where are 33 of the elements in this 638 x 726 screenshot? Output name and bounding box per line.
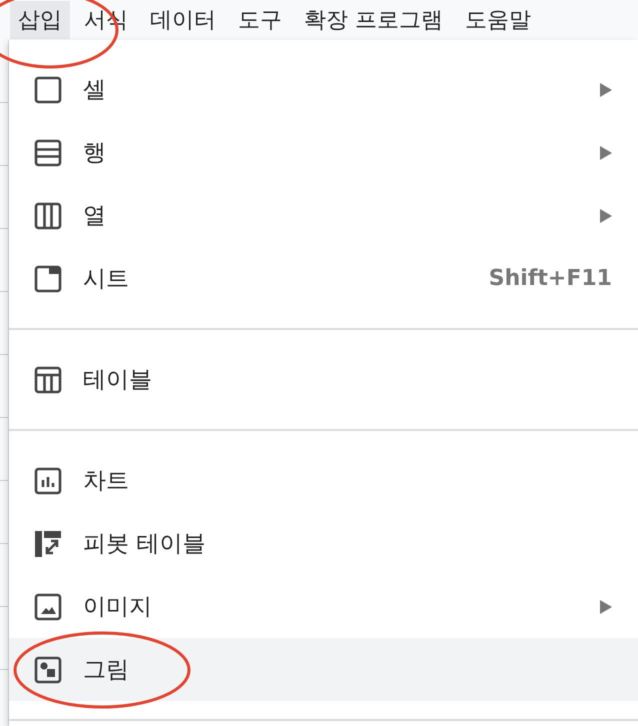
menu-item[interactable]: 행 (9, 121, 638, 184)
row-icon (34, 138, 62, 166)
menu-item-label: 차트 (83, 467, 130, 496)
menu-tab[interactable]: 확장 프로그램 (296, 1, 451, 39)
menu-item-label: 피봇 테이블 (83, 530, 206, 559)
menu-item-label: 테이블 (83, 366, 153, 395)
menu-item-label: 행 (83, 139, 107, 168)
sheet-icon (34, 264, 62, 292)
menu-item[interactable]: 이미지 (9, 575, 638, 638)
menu-tab[interactable]: 도움말 (457, 1, 539, 39)
menu-tab[interactable]: 도구 (230, 1, 290, 39)
cell-icon (34, 76, 62, 104)
pivot-icon (34, 530, 62, 558)
menu-item-label: 열 (83, 202, 107, 231)
menu-item-label: 시트 (83, 265, 130, 294)
menu-item[interactable]: 셀 (9, 58, 638, 121)
shortcut-text: Shift+F11 (488, 266, 612, 291)
menu-item[interactable]: 그림 (9, 638, 638, 701)
menu-tab[interactable]: 삽입 (10, 1, 70, 39)
menu-item-label: 셀 (83, 76, 107, 105)
image-icon (34, 592, 62, 620)
menu-item[interactable]: 피봇 테이블 (9, 512, 638, 575)
chart-icon (34, 466, 62, 494)
menu-tab[interactable]: 데이터 (142, 1, 224, 39)
table-icon (34, 366, 62, 394)
menu-item-label: 그림 (83, 656, 130, 685)
menu-item[interactable]: 테이블 (9, 348, 638, 411)
menu-item[interactable]: 열 (9, 184, 638, 247)
drawing-icon (34, 656, 62, 684)
menu-item[interactable]: 시트 Shift+F11 (9, 247, 638, 310)
menu-item-label: 이미지 (83, 593, 153, 622)
column-icon (34, 202, 62, 230)
menu-item[interactable]: 차트 (9, 449, 638, 512)
